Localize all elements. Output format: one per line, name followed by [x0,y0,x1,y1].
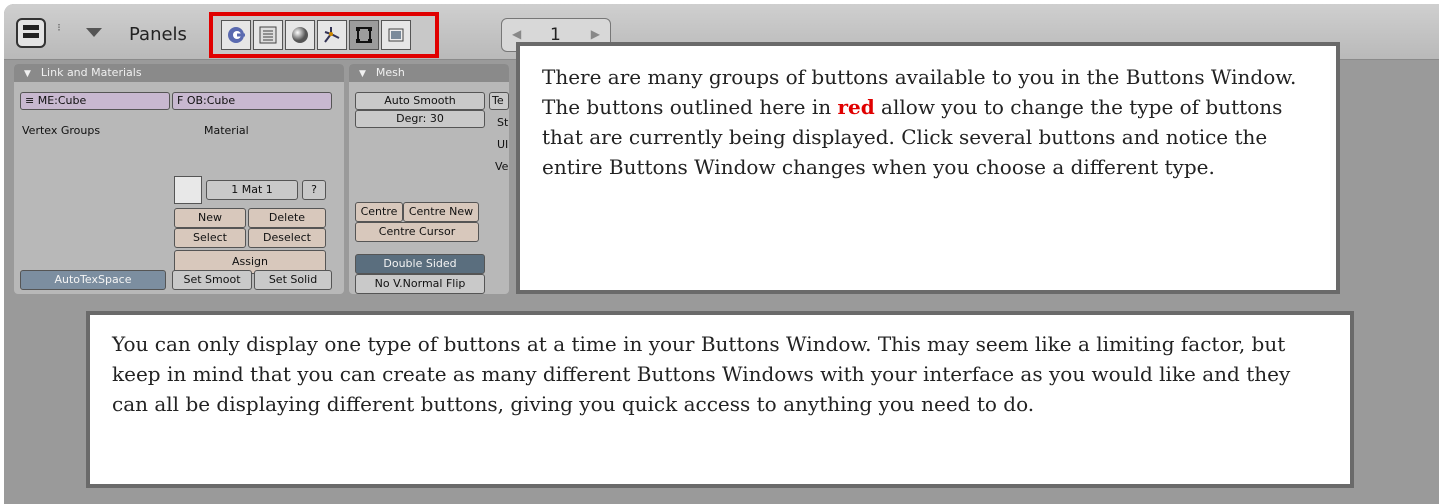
highlight-word-red: red [837,95,875,119]
vertex-groups-label: Vertex Groups [22,124,101,137]
mesh-datablock-field[interactable]: ≡ ME:Cube [20,92,170,110]
partial-label-st: St [497,116,509,129]
panel-title: Mesh [375,66,405,79]
arrow-right-icon[interactable]: ▶ [591,27,600,41]
object-icon[interactable] [317,20,347,50]
centre-cursor-button[interactable]: Centre Cursor [355,222,479,242]
centre-new-button[interactable]: Centre New [403,202,479,222]
link-and-materials-panel: ▼ Link and Materials ≡ ME:Cube F OB:Cube … [14,64,344,294]
degr-slider[interactable]: Degr: 30 [355,110,485,128]
select-button[interactable]: Select [174,228,246,248]
panel-collapse-icon[interactable]: ▼ [359,69,366,79]
mesh-browse-icon[interactable]: ≡ [25,94,34,107]
buttons-window: ⁝ Panels ◀ 1 ▶ ▼ Link and Materials ≡ ME… [4,4,1439,504]
material-index-stepper[interactable]: 1 Mat 1 [206,180,298,200]
partial-label-ui: UI [497,138,509,151]
delete-button[interactable]: Delete [248,208,326,228]
shading-icon[interactable] [285,20,315,50]
autotexspace-button[interactable]: AutoTexSpace [20,270,166,290]
arrow-left-icon[interactable]: ◀ [512,27,521,41]
centre-button[interactable]: Centre [355,202,403,222]
material-help-button[interactable]: ? [302,180,326,200]
collapse-triangle-icon[interactable] [86,28,102,37]
auto-smooth-toggle[interactable]: Auto Smooth [355,92,485,110]
set-solid-button[interactable]: Set Solid [254,270,332,290]
material-color-swatch [174,176,202,204]
partial-button-te[interactable]: Te [489,92,509,110]
panel-header[interactable]: ▼ Mesh [349,64,509,82]
window-type-stepper[interactable]: ⁝ [52,22,66,44]
object-datablock-field[interactable]: F OB:Cube [172,92,332,110]
set-smooth-button[interactable]: Set Smoot [172,270,252,290]
panels-menu[interactable]: Panels [129,24,187,45]
scene-icon[interactable] [381,20,411,50]
new-button[interactable]: New [174,208,246,228]
panel-collapse-icon[interactable]: ▼ [24,69,31,79]
panel-title: Link and Materials [40,66,142,79]
mesh-panel: ▼ Mesh Auto Smooth Degr: 30 Te St UI Ve C… [349,64,509,294]
tutorial-callout-one-type: You can only display one type of buttons… [86,311,1354,488]
partial-label-ve: Ve [495,160,509,173]
button-type-selector [209,12,439,58]
material-label: Material [204,124,249,137]
editing-icon[interactable] [349,20,379,50]
window-type-menu-icon[interactable] [16,18,46,48]
logic-icon[interactable] [221,20,251,50]
script-icon[interactable] [253,20,283,50]
panel-header[interactable]: ▼ Link and Materials [14,64,344,82]
no-vnormal-flip-toggle[interactable]: No V.Normal Flip [355,274,485,294]
deselect-button[interactable]: Deselect [248,228,326,248]
double-sided-toggle[interactable]: Double Sided [355,254,485,274]
tutorial-callout-button-types: There are many groups of buttons availab… [516,42,1340,294]
